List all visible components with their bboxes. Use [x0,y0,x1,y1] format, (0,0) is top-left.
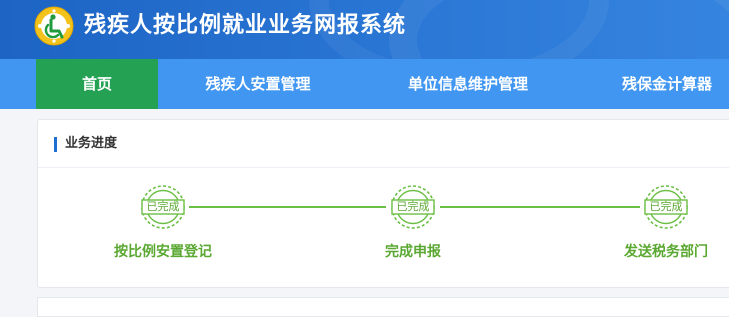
progress-connector [440,206,640,208]
panel-header: 业务进度 [38,120,729,168]
progress-panel: 业务进度 已完成 已完成 已完成 按比例安置登记 完成申报 发送税务部门 [37,119,729,288]
step-label: 按比例安置登记 [114,244,212,260]
nav-tab-disabled-placement[interactable]: 残疾人安置管理 [188,59,328,109]
title-accent-bar [54,137,57,152]
step-status-badge: 已完成 [643,184,689,230]
nav-tab-home[interactable]: 首页 [36,59,158,109]
nav-tab-fee-calculator[interactable]: 残保金计算器 [612,59,729,109]
app-title: 残疾人按比例就业业务网报系统 [84,13,407,38]
step-label: 完成申报 [385,244,441,260]
step-status-text: 已完成 [146,200,180,213]
step-status-badge: 已完成 [140,184,186,230]
next-panel [37,297,729,317]
nav-tab-unit-info[interactable]: 单位信息维护管理 [392,59,544,109]
progress-connector [189,206,386,208]
step-status-badge: 已完成 [390,184,436,230]
main-navbar: 首页 残疾人安置管理 单位信息维护管理 残保金计算器 [0,59,729,109]
panel-title: 业务进度 [65,136,118,151]
step-status-text: 已完成 [649,200,683,213]
step-status-text: 已完成 [396,200,430,213]
step-label: 发送税务部门 [624,244,708,260]
disability-federation-logo-icon [34,6,74,46]
app-header: 残疾人按比例就业业务网报系统 [0,0,729,59]
